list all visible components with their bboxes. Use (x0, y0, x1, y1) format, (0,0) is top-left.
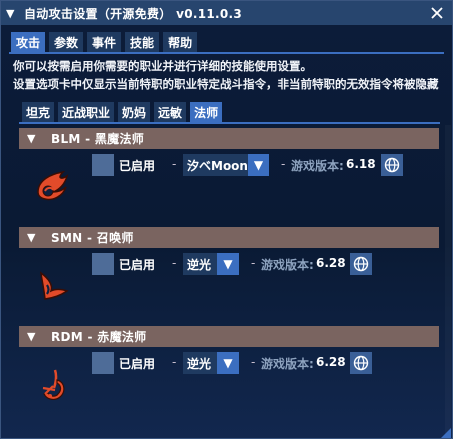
tab-attack[interactable]: 攻击 (11, 32, 46, 52)
tab-healer[interactable]: 奶妈 (118, 102, 151, 122)
enable-checkbox[interactable] (92, 253, 114, 275)
game-version-label: 游戏版本: (261, 357, 314, 371)
game-version-value: 6.28 (316, 355, 346, 369)
tab-tank[interactable]: 坦克 (22, 102, 55, 122)
expand-triangle-icon[interactable]: ▼ (27, 330, 41, 343)
window-title: 自动攻击设置（开源免费） v0.11.0.3 (24, 6, 243, 21)
enable-checkbox[interactable] (92, 154, 114, 176)
job-header-blm[interactable]: ▼ BLM - 黑魔法师 (19, 128, 439, 149)
tab-melee[interactable]: 近战职业 (58, 102, 115, 122)
separator: - (251, 256, 256, 270)
job-row-rdm: 已启用 - 逆光 ▼ - 游戏版本: 6.28 (19, 352, 439, 400)
job-header-rdm[interactable]: ▼ RDM - 赤魔法师 (19, 326, 439, 347)
job-row-smn: 已启用 - 逆光 ▼ - 游戏版本: 6.28 (19, 253, 439, 300)
game-version-value: 6.18 (346, 157, 376, 171)
enabled-label: 已启用 (119, 357, 156, 371)
expand-triangle-icon[interactable]: ▼ (27, 132, 41, 145)
tab-caster[interactable]: 法师 (190, 102, 223, 122)
tab-parameters[interactable]: 参数 (49, 32, 84, 52)
job-header-label: BLM - 黑魔法师 (51, 132, 145, 146)
separator: - (172, 256, 177, 270)
game-version-label: 游戏版本: (261, 258, 314, 272)
job-header-smn[interactable]: ▼ SMN - 召唤师 (19, 227, 439, 248)
main-window: ▼ 自动攻击设置（开源免费） v0.11.0.3 攻击 参数 事件 技能 帮助 … (0, 0, 453, 439)
title-bar[interactable]: ▼ 自动攻击设置（开源免费） v0.11.0.3 (1, 1, 452, 25)
enabled-label: 已启用 (119, 159, 156, 173)
rotation-dropdown[interactable]: 逆光 ▼ (183, 352, 239, 374)
rdm-job-icon (33, 366, 73, 406)
rotation-dropdown[interactable]: 汐ベMoon ▼ (183, 154, 269, 176)
rotation-dropdown[interactable]: 逆光 ▼ (183, 253, 239, 275)
separator: - (281, 157, 286, 171)
tab-ranged[interactable]: 远敏 (154, 102, 187, 122)
scrollbar[interactable] (445, 125, 451, 435)
globe-icon[interactable] (350, 352, 372, 374)
chevron-down-icon[interactable]: ▼ (217, 352, 239, 374)
globe-icon[interactable] (350, 253, 372, 275)
job-list: ▼ BLM - 黑魔法师 已启用 - 汐ベMoon ▼ - 游戏版本: 6.18 (19, 125, 440, 435)
rotation-value: 逆光 (187, 257, 212, 272)
chevron-down-icon[interactable]: ▼ (217, 253, 239, 275)
game-version-label: 游戏版本: (291, 159, 344, 173)
chevron-down-icon[interactable]: ▼ (247, 154, 269, 176)
job-header-label: SMN - 召唤师 (51, 231, 134, 245)
tab-help[interactable]: 帮助 (163, 32, 198, 52)
enable-checkbox[interactable] (92, 352, 114, 374)
globe-icon[interactable] (381, 154, 403, 176)
separator: - (172, 355, 177, 369)
job-row-blm: 已启用 - 汐ベMoon ▼ - 游戏版本: 6.18 (19, 154, 439, 201)
job-header-label: RDM - 赤魔法师 (51, 330, 147, 344)
collapse-triangle-icon[interactable]: ▼ (6, 7, 18, 20)
game-version-value: 6.28 (316, 256, 346, 270)
role-tab-underline (19, 122, 440, 124)
close-icon[interactable] (428, 4, 446, 22)
separator: - (172, 157, 177, 171)
expand-triangle-icon[interactable]: ▼ (27, 231, 41, 244)
role-tab-bar: 坦克 近战职业 奶妈 远敏 法师 (22, 102, 223, 122)
separator: - (251, 355, 256, 369)
description-line-2: 设置选项卡中仅显示当前特职的职业特定战斗指令，非当前特职的无效指令将被隐藏 (13, 77, 439, 91)
main-tab-underline (9, 52, 444, 54)
blm-job-icon (33, 166, 73, 206)
enabled-label: 已启用 (119, 258, 156, 272)
tab-events[interactable]: 事件 (87, 32, 122, 52)
rotation-value: 逆光 (187, 356, 212, 371)
rotation-value: 汐ベMoon (187, 158, 248, 173)
main-tab-bar: 攻击 参数 事件 技能 帮助 (11, 32, 198, 52)
smn-job-icon (33, 267, 73, 307)
description-line-1: 你可以按需启用你需要的职业并进行详细的技能使用设置。 (13, 59, 312, 73)
resize-grip-icon[interactable] (441, 427, 451, 438)
tab-skills[interactable]: 技能 (125, 32, 160, 52)
